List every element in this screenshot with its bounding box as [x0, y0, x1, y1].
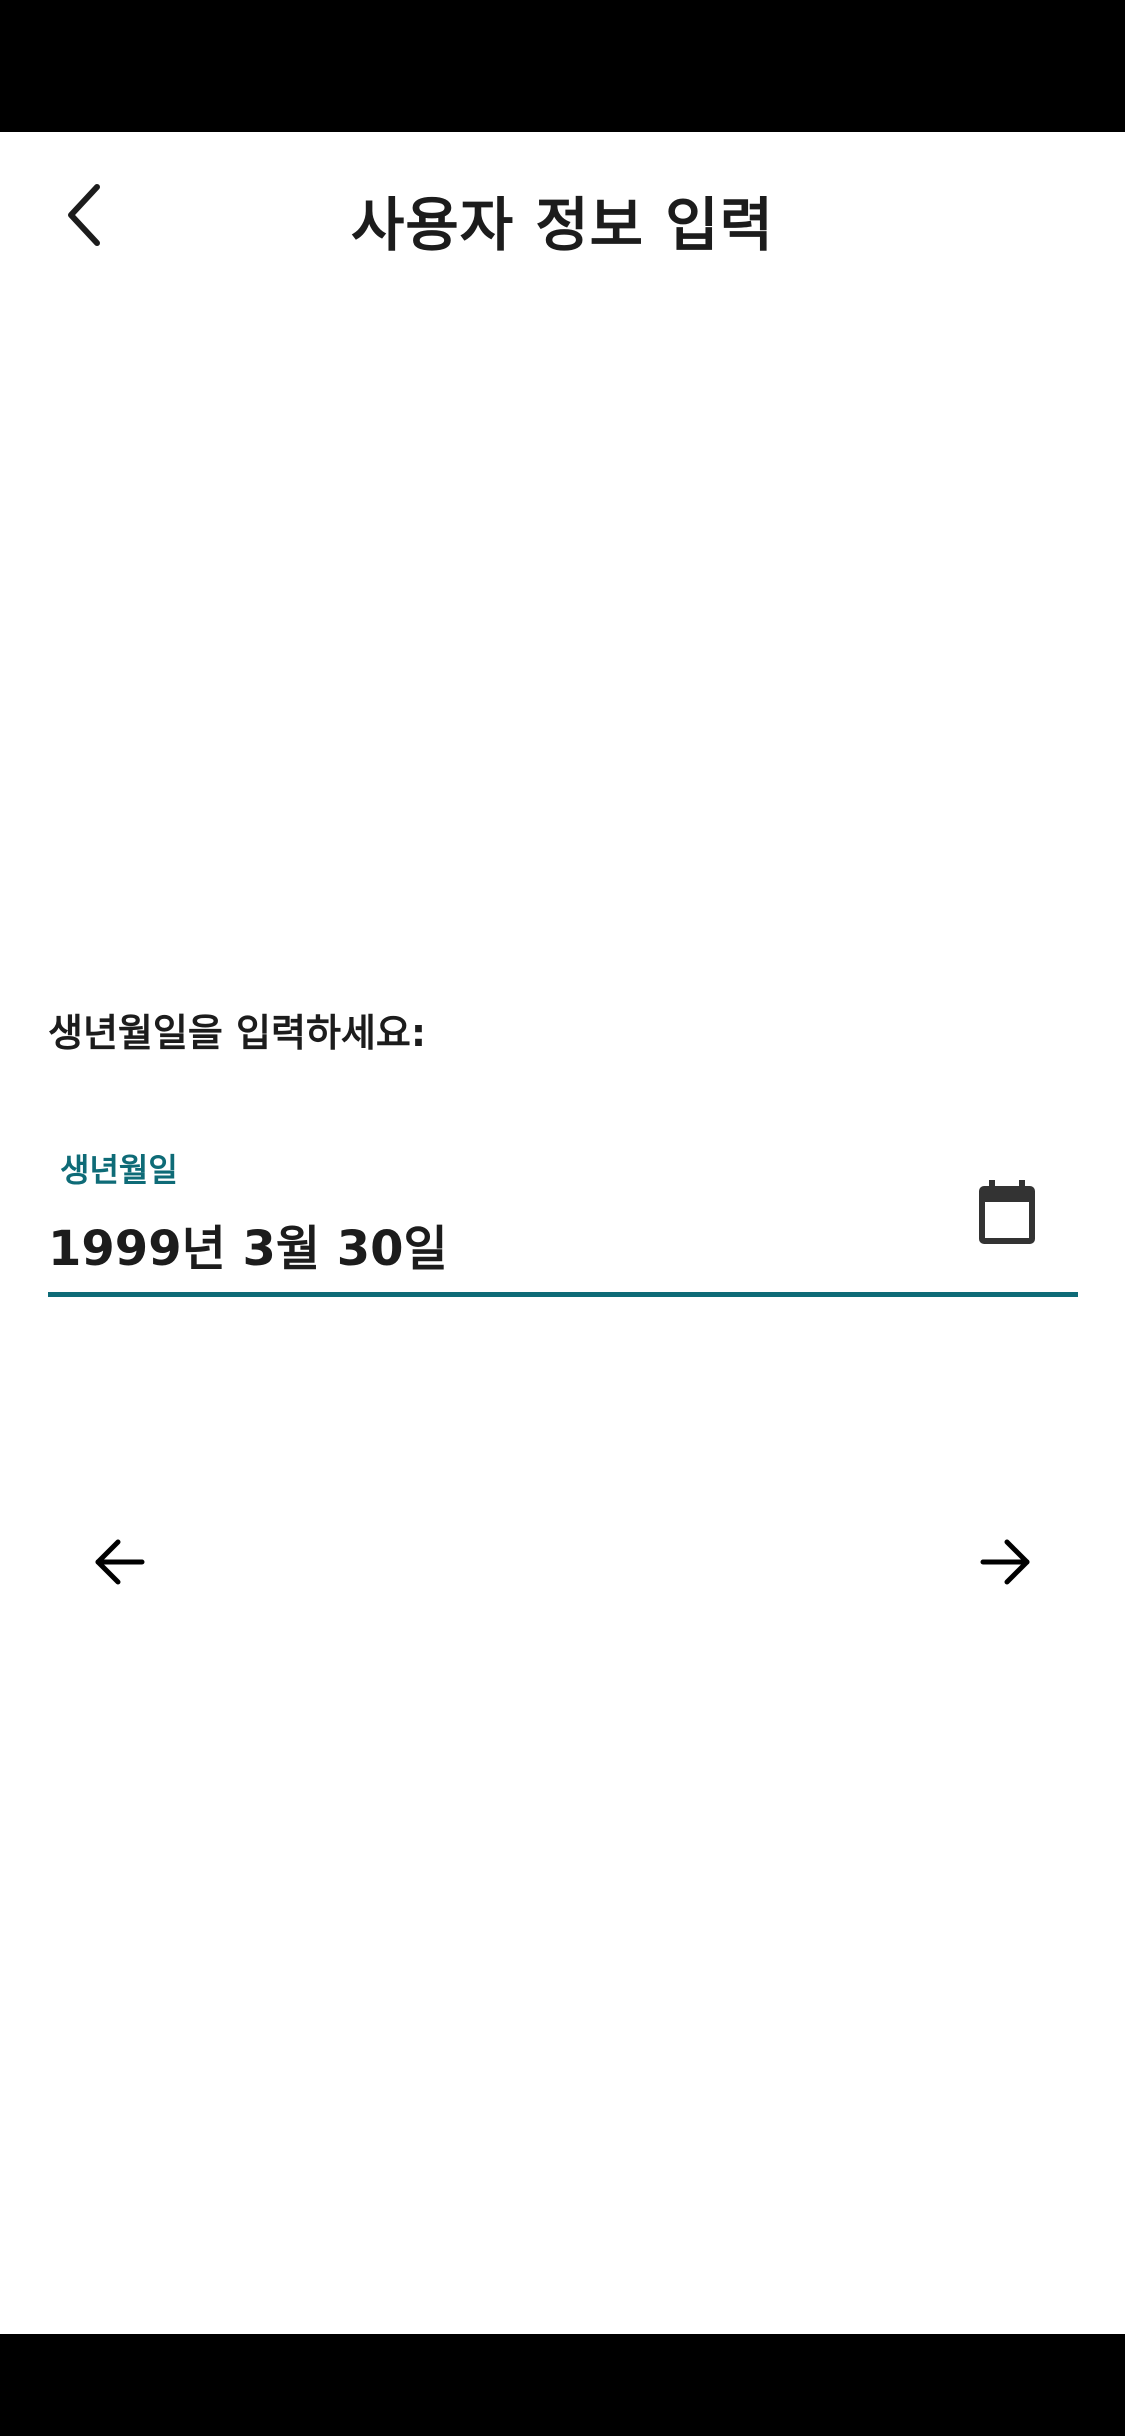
screen: 사용자 정보 입력 생년월일을 입력하세요: 생년월일 1999년 3월 30일 — [0, 0, 1125, 2436]
next-button[interactable] — [960, 1522, 1050, 1602]
app-bar: 사용자 정보 입력 — [0, 132, 1125, 302]
navigation-bar — [0, 2334, 1125, 2436]
birthdate-field-label: 생년월일 — [60, 1151, 178, 1189]
arrow-right-icon — [980, 1539, 1030, 1585]
birthdate-field-value[interactable]: 1999년 3월 30일 — [48, 1209, 448, 1279]
arrow-left-icon — [95, 1539, 145, 1585]
status-bar — [0, 0, 1125, 132]
previous-button[interactable] — [75, 1522, 165, 1602]
birthdate-prompt: 생년월일을 입력하세요: — [48, 1011, 427, 1055]
calendar-icon — [979, 1180, 1035, 1244]
birthdate-field-underline — [48, 1292, 1078, 1297]
calendar-button[interactable] — [972, 1175, 1042, 1251]
page-title: 사용자 정보 입력 — [351, 191, 774, 259]
birthdate-field[interactable]: 생년월일 1999년 3월 30일 — [48, 1145, 1078, 1297]
